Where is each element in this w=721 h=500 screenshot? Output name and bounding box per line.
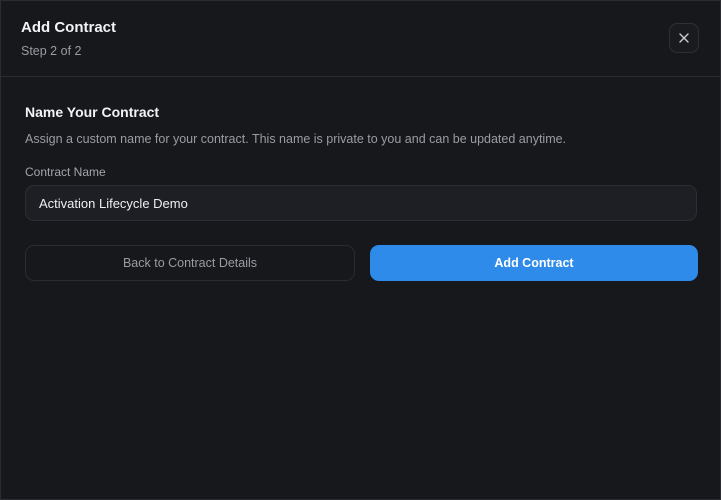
add-contract-button[interactable]: Add Contract (370, 245, 698, 281)
step-indicator: Step 2 of 2 (21, 44, 82, 58)
close-button[interactable] (669, 23, 699, 53)
section-description: Assign a custom name for your contract. … (25, 132, 567, 146)
section-title: Name Your Contract (25, 104, 160, 120)
modal-title: Add Contract (21, 19, 116, 36)
back-to-contract-details-button[interactable]: Back to Contract Details (25, 245, 355, 281)
modal-header: Add Contract Step 2 of 2 (1, 1, 720, 77)
contract-name-input[interactable] (25, 185, 697, 221)
contract-name-label: Contract Name (25, 165, 106, 179)
close-icon (679, 33, 689, 43)
add-contract-modal: Add Contract Step 2 of 2 Name Your Contr… (0, 0, 721, 500)
